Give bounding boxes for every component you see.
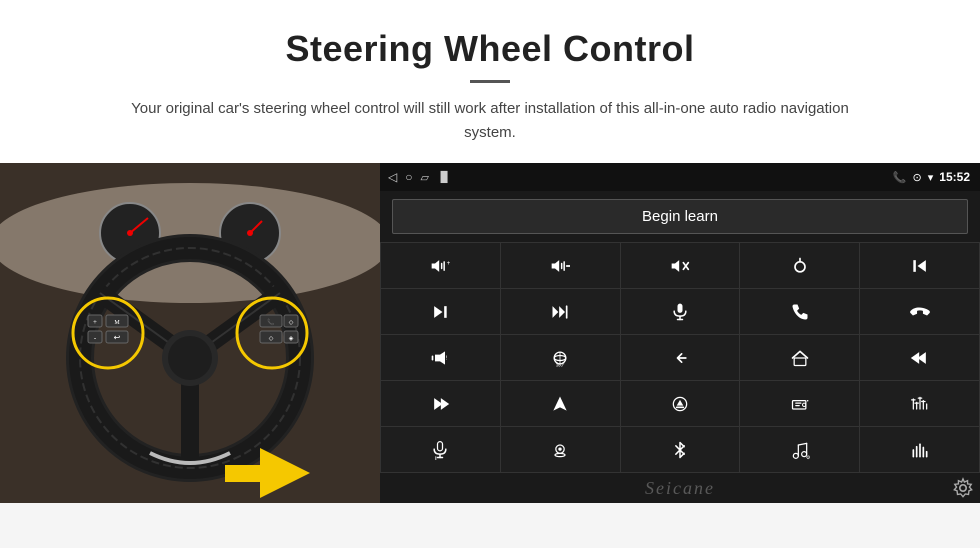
- bluetooth-button[interactable]: [621, 427, 740, 472]
- skip-ff-button[interactable]: [501, 289, 620, 334]
- eq-settings-button[interactable]: [860, 381, 979, 426]
- svg-text:◈: ◈: [289, 336, 294, 342]
- rewind-button[interactable]: [860, 335, 979, 380]
- svg-text:M: M: [114, 320, 120, 326]
- svg-text:360°: 360°: [556, 362, 565, 367]
- status-bar-left: ◁ ○ ▱ ▐▌: [388, 170, 451, 184]
- mic2-button[interactable]: [381, 427, 500, 472]
- status-bar-right: 📞 ⊙ ▾ 15:52: [893, 170, 970, 184]
- 360-cam-button[interactable]: 360°: [501, 335, 620, 380]
- svg-text:•: •: [806, 398, 808, 404]
- status-bar: ◁ ○ ▱ ▐▌ 📞 ⊙ ▾ 15:52: [380, 163, 980, 191]
- subtitle-text: Your original car's steering wheel contr…: [110, 97, 870, 145]
- seicane-text: Seicane: [645, 478, 715, 499]
- 360-2-button[interactable]: [501, 427, 620, 472]
- phone-call-button[interactable]: [740, 289, 859, 334]
- header-section: Steering Wheel Control Your original car…: [0, 0, 980, 163]
- navigation-button[interactable]: [501, 381, 620, 426]
- svg-text:↩: ↩: [114, 333, 121, 342]
- page-title: Steering Wheel Control: [60, 28, 920, 70]
- wifi-status-icon: ▾: [928, 171, 934, 184]
- svg-text:⚙: ⚙: [806, 455, 810, 460]
- svg-text:◇: ◇: [289, 320, 294, 326]
- svg-text:📞: 📞: [267, 318, 275, 326]
- hang-up-button[interactable]: [860, 289, 979, 334]
- steering-bg: + - M ↩ 📞 ◇ ◇ ◈: [0, 163, 380, 503]
- gear-settings-button[interactable]: [950, 475, 976, 501]
- back-nav-button[interactable]: [621, 335, 740, 380]
- volume-eq-button[interactable]: [860, 427, 979, 472]
- eject-button[interactable]: [621, 381, 740, 426]
- home-nav-icon[interactable]: ○: [405, 170, 412, 184]
- svg-text:◇: ◇: [269, 336, 274, 342]
- recents-nav-icon[interactable]: ▱: [420, 171, 428, 184]
- signal-icon: ▐▌: [437, 172, 451, 183]
- radio-button[interactable]: •: [740, 381, 859, 426]
- phone-status-icon: 📞: [893, 171, 907, 184]
- page-wrapper: Steering Wheel Control Your original car…: [0, 0, 980, 503]
- steering-wheel-svg: + - M ↩ 📞 ◇ ◇ ◈: [0, 163, 380, 503]
- mic-button[interactable]: [621, 289, 740, 334]
- fast-fwd-button[interactable]: [381, 381, 500, 426]
- back-nav-icon[interactable]: ◁: [388, 170, 397, 184]
- title-divider: [470, 80, 510, 83]
- mute-button[interactable]: [621, 243, 740, 288]
- vol-up-button[interactable]: +: [381, 243, 500, 288]
- content-row: + - M ↩ 📞 ◇ ◇ ◈: [0, 163, 980, 503]
- steering-wheel-image: + - M ↩ 📞 ◇ ◇ ◈: [0, 163, 380, 503]
- home-nav-button[interactable]: [740, 335, 859, 380]
- android-panel: ◁ ○ ▱ ▐▌ 📞 ⊙ ▾ 15:52 Begin learn: [380, 163, 980, 503]
- svg-text:+: +: [447, 260, 450, 267]
- control-grid: +: [380, 242, 980, 473]
- gps-status-icon: ⊙: [913, 171, 922, 184]
- power-button[interactable]: [740, 243, 859, 288]
- svg-text:+: +: [93, 318, 97, 326]
- begin-learn-button[interactable]: Begin learn: [392, 199, 968, 234]
- gear-icon: [952, 477, 974, 499]
- prev-track-button[interactable]: [860, 243, 979, 288]
- time-display: 15:52: [939, 170, 970, 184]
- horn-button[interactable]: !: [381, 335, 500, 380]
- music-settings-button[interactable]: ⚙: [740, 427, 859, 472]
- svg-text:!: !: [446, 355, 448, 361]
- vol-down-button[interactable]: [501, 243, 620, 288]
- seicane-watermark-bar: Seicane: [380, 473, 980, 503]
- next-button[interactable]: [381, 289, 500, 334]
- begin-learn-row: Begin learn: [380, 191, 980, 242]
